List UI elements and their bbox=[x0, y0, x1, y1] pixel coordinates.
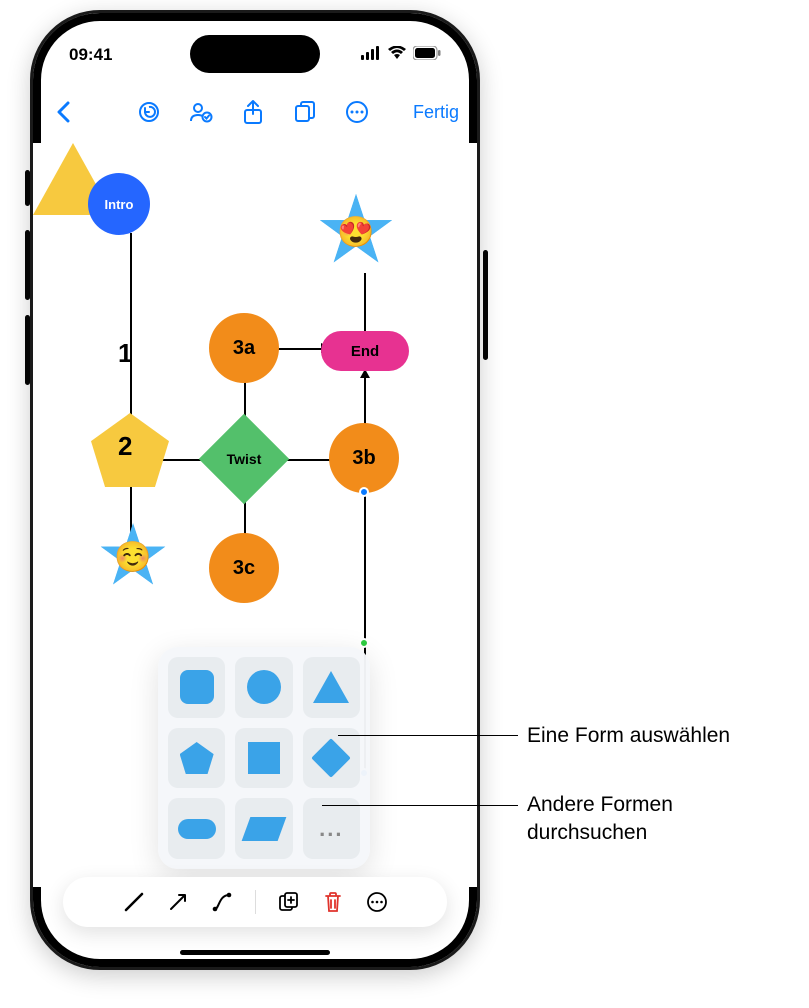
toolbar-divider bbox=[255, 890, 256, 914]
share-button[interactable] bbox=[241, 100, 265, 124]
add-shape-button[interactable] bbox=[278, 891, 300, 913]
more-icon: ... bbox=[319, 816, 343, 842]
shape-3a-circle[interactable]: 3a bbox=[209, 313, 279, 383]
toolbar-more-button[interactable] bbox=[366, 891, 388, 913]
wifi-icon bbox=[387, 45, 407, 65]
shape-star-heart-eyes[interactable]: ★ 😍 bbox=[311, 185, 401, 275]
back-button[interactable] bbox=[51, 100, 75, 124]
undo-button[interactable] bbox=[137, 100, 161, 124]
home-indicator bbox=[180, 950, 330, 955]
selection-midpoint-handle[interactable] bbox=[359, 638, 369, 648]
copy-button[interactable] bbox=[293, 100, 317, 124]
selection-handle[interactable] bbox=[359, 487, 369, 497]
shape-label: 3c bbox=[233, 557, 255, 580]
connector bbox=[364, 273, 366, 333]
delete-button[interactable] bbox=[322, 891, 344, 913]
diagram-canvas[interactable]: Intro 1 2 ★ ☺️ ★ 😍 3a 3b 3c Twist End bbox=[33, 143, 477, 887]
status-bar: 09:41 bbox=[33, 37, 477, 73]
picker-triangle[interactable] bbox=[303, 657, 360, 718]
shape-end-pill[interactable]: End bbox=[321, 331, 409, 371]
shape-label: Intro bbox=[105, 197, 134, 212]
picker-parallelogram[interactable] bbox=[235, 798, 292, 859]
picker-square[interactable] bbox=[235, 728, 292, 789]
emoji-icon: 😍 bbox=[337, 218, 374, 248]
cellular-icon bbox=[361, 45, 381, 65]
shape-star-smile[interactable]: ★ ☺️ bbox=[91, 513, 175, 597]
shape-label: 2 bbox=[118, 431, 132, 462]
shape-label: 1 bbox=[118, 338, 132, 369]
arrow-tool-button[interactable] bbox=[167, 891, 189, 913]
shape-3b-circle[interactable]: 3b bbox=[329, 423, 399, 493]
connector-tool-button[interactable] bbox=[211, 891, 233, 913]
picker-pill[interactable] bbox=[168, 798, 225, 859]
emoji-icon: ☺️ bbox=[114, 543, 151, 573]
power-button bbox=[483, 250, 488, 360]
callout-leader bbox=[338, 735, 518, 736]
picker-rounded-square[interactable] bbox=[168, 657, 225, 718]
shape-label: 3b bbox=[352, 447, 375, 470]
shape-picker-popover: ... bbox=[158, 647, 370, 869]
clock: 09:41 bbox=[69, 45, 112, 65]
callout-leader bbox=[322, 805, 518, 806]
shape-label: 3a bbox=[233, 337, 255, 360]
collaborate-button[interactable] bbox=[189, 100, 213, 124]
connector bbox=[278, 348, 323, 350]
shape-label: Twist bbox=[212, 427, 276, 491]
top-toolbar: Fertig bbox=[33, 87, 477, 137]
shape-intro-circle[interactable]: Intro bbox=[88, 173, 150, 235]
battery-icon bbox=[413, 45, 441, 65]
iphone-frame: 09:41 bbox=[30, 10, 480, 970]
picker-circle[interactable] bbox=[235, 657, 292, 718]
pen-tool-button[interactable] bbox=[123, 891, 145, 913]
done-button[interactable]: Fertig bbox=[413, 102, 459, 123]
picker-pentagon[interactable] bbox=[168, 728, 225, 789]
callout-select-shape: Eine Form auswählen bbox=[527, 722, 730, 750]
picker-more-shapes[interactable]: ... bbox=[303, 798, 360, 859]
shape-label: End bbox=[351, 343, 379, 360]
callout-browse-other: Andere Formen durchsuchen bbox=[527, 791, 673, 848]
connector bbox=[364, 371, 366, 426]
bottom-toolbar bbox=[63, 877, 447, 927]
shape-3c-circle[interactable]: 3c bbox=[209, 533, 279, 603]
picker-diamond[interactable] bbox=[303, 728, 360, 789]
more-button[interactable] bbox=[345, 100, 369, 124]
